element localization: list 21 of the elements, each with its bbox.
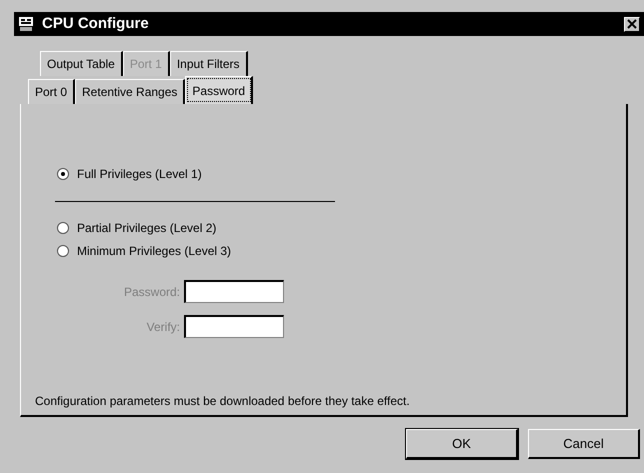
close-button[interactable] <box>624 16 640 32</box>
field-label: Verify: <box>146 318 181 336</box>
radio-label[interactable]: Minimum Privileges (Level 3) <box>77 242 232 260</box>
radio-button[interactable] <box>57 222 69 234</box>
radio-label[interactable]: Full Privileges (Level 1) <box>77 164 202 182</box>
radio-button[interactable] <box>57 168 69 180</box>
tab[interactable]: Output Table <box>40 51 123 76</box>
input-field[interactable] <box>184 315 284 338</box>
dialog-button[interactable]: Cancel <box>528 429 640 459</box>
input-field[interactable] <box>184 280 284 303</box>
info-text: Configuration parameters must be downloaded before they take effect. <box>35 393 411 410</box>
tab[interactable]: Input Filters <box>170 51 248 76</box>
tab[interactable]: Retentive Ranges <box>75 79 186 104</box>
tab[interactable]: Password <box>185 76 254 104</box>
radio-label[interactable]: Partial Privileges (Level 2) <box>77 218 216 236</box>
window-title: CPU Configure <box>42 14 149 34</box>
tab[interactable]: Port 0 <box>28 79 76 104</box>
field-label: Password: <box>122 284 181 300</box>
dialog-button[interactable]: OK <box>406 429 518 459</box>
app-icon <box>18 16 34 32</box>
radio-button[interactable] <box>57 244 69 256</box>
